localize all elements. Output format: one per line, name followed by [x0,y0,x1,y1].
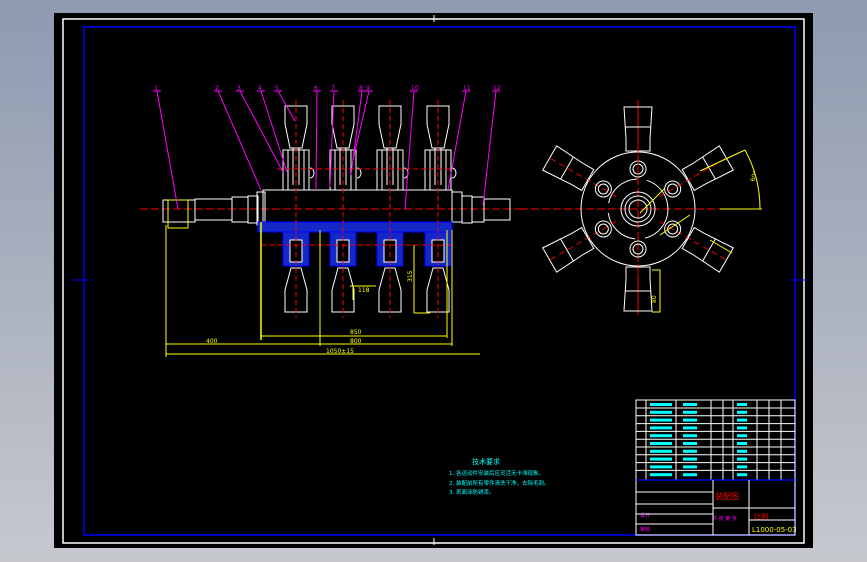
parts-list-entry [737,426,747,430]
lower-block-bore [431,239,445,263]
cad-drawing-canvas[interactable]: 1 2 3 4 5 6 7 8 9 10 11 12 400 850 800 1050±15 118 … [54,13,813,548]
parts-list-entry [737,434,747,438]
parts-list-entry [650,442,672,445]
leader-line [156,90,179,210]
leader-line [217,90,262,191]
parts-list-entry [650,449,672,453]
hatched-housing [257,221,453,233]
parts-list-entry [737,442,747,445]
lower-block-bore [336,239,350,263]
sheet-label: 共 张 第 张 [712,515,737,522]
parts-list-entry [737,418,747,422]
leader-line [329,90,335,188]
balloon-number: 12 [493,85,501,92]
balloon-number: 6 [314,85,318,92]
parts-list-entry [737,473,747,477]
dim-mid-len: 800 [350,338,362,345]
front-view: 1 2 3 4 5 6 7 8 9 10 11 12 [140,85,525,340]
parts-list-entry [683,442,697,445]
leader-line [315,90,318,191]
parts-list-entry [683,449,697,453]
parts-list-entry [683,410,697,414]
hopper-width-dim [652,269,661,313]
dim-lower-offset: 118 [358,287,370,294]
balloon-number: 3 [237,85,241,92]
dim-inner-len: 850 [350,329,362,336]
parts-list-entry [650,465,672,469]
lower-hopper [426,267,450,313]
design-label: 设计 [640,512,650,519]
lower-block-bore [289,239,303,263]
balloon-number: 1 [154,85,158,92]
drawing-number: L1000-05-03 [752,526,797,534]
leader-line [260,90,288,173]
dim-angle: 60° [749,170,759,182]
balloon-number: 10 [411,85,419,92]
note-line-3: 3. 表面涂防锈漆。 [449,488,495,496]
hopper-band [702,156,716,180]
parts-list-entry [737,449,747,453]
balloon-number: 5 [275,85,279,92]
leader-line [447,90,467,191]
coupling-key [167,199,189,229]
leader-line [404,90,415,211]
balloon-number: 8 [359,85,363,92]
balloon-number: 2 [215,85,219,92]
dim-hopper-width: 80 [651,295,658,303]
hopper-unit-3 [376,100,409,318]
lower-hopper [284,267,308,313]
lower-hopper [331,267,355,313]
hopper-band [560,238,574,262]
parts-list-entry [737,410,747,414]
dim-total-len: 1050±15 [326,348,354,355]
parts-list-entry [737,457,747,461]
diameter-leader [659,214,691,236]
leader-line [482,90,497,206]
drawing-sheet: 1 2 3 4 5 6 7 8 9 10 11 12 400 850 800 1050±15 118 … [62,15,806,545]
parts-list-entry [650,410,672,414]
parts-list-entry [650,473,672,477]
balloon-number: 11 [463,85,471,92]
technical-notes: 技术要求 1. 各运动件安装后应灵活无卡滞现象。 2. 装配前所有零件清洗干净，… [449,457,550,496]
sheet-frame [62,18,805,544]
parts-list-entry [683,434,697,438]
title-block: 装配图 比例 L1000-05-03 共 张 第 张 设计 审核 [635,399,797,536]
parts-list-entry [683,465,697,469]
parts-list-entry [683,403,697,406]
parts-list-entry [683,457,697,461]
parts-list-entry [650,418,672,422]
note-line-1: 1. 各运动件安装后应灵活无卡滞现象。 [449,469,544,477]
parts-list-entry [683,473,697,477]
parts-list-entry [683,426,697,430]
dimensions: 400 850 800 1050±15 118 315 60° 80 [165,170,760,357]
side-view [520,100,762,315]
dim-lower-height: 315 [407,270,414,282]
shaft-segment [451,191,463,223]
shaft-segment [262,189,453,223]
notes-title: 技术要求 [472,457,500,466]
leader-line [239,90,284,173]
parts-list-entry [650,457,672,461]
balloon-number: 9 [366,85,370,92]
parts-list-entry [683,418,697,422]
pin-head [451,167,457,179]
note-line-2: 2. 装配前所有零件清洗干净，去除毛刺。 [449,479,550,487]
parts-list-entry [650,426,672,430]
drawing-title: 装配图 [715,491,739,501]
check-label: 审核 [640,526,650,533]
lower-block-bore [383,239,397,263]
dim-left-len: 400 [206,338,218,345]
angle-ext [699,149,746,172]
parts-list-entry [650,403,672,406]
parts-list-entry [650,434,672,438]
lower-hopper [378,267,402,313]
balloon-number: 4 [258,85,262,92]
balloon-number: 7 [331,85,335,92]
hopper-band [560,156,574,180]
parts-list-entry [737,465,747,469]
parts-list-entry [737,403,747,406]
